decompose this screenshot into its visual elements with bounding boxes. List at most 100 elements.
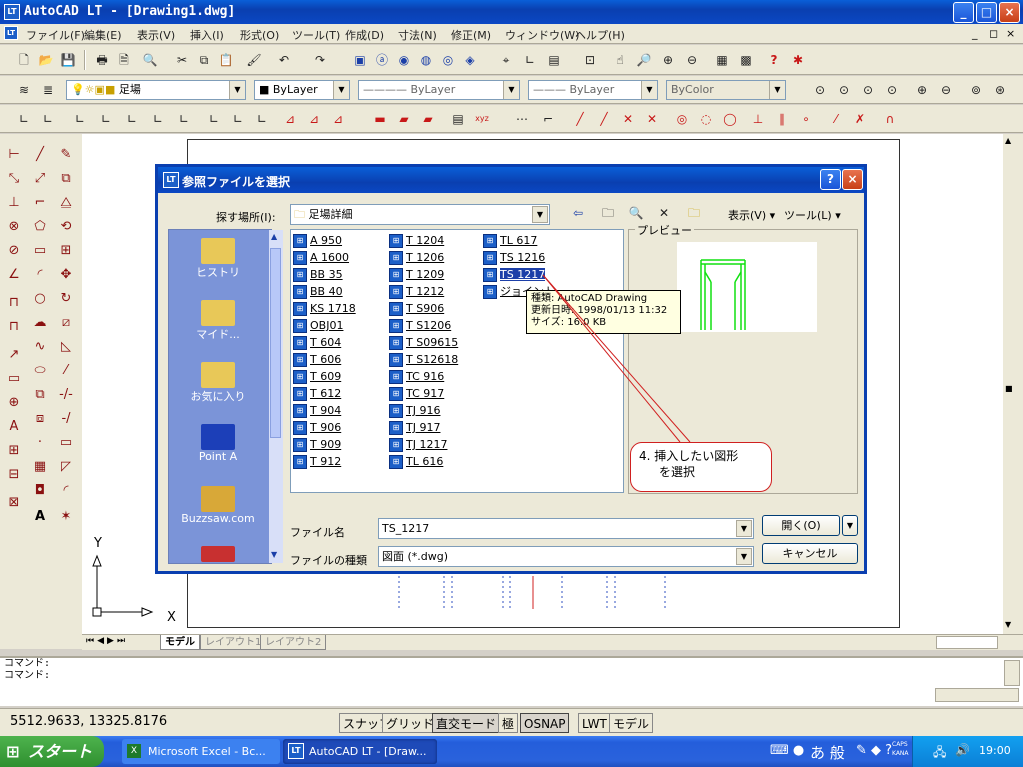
pan-icon[interactable]: ☝ [610,50,630,70]
menu-file[interactable]: ファイル(F) [26,27,85,43]
redo-icon[interactable]: ↷ [310,50,330,70]
match-properties-icon[interactable]: 🖌 [244,50,264,70]
dim-aligned-left-icon[interactable]: ⤡ [2,168,26,190]
design-center-icon[interactable]: ▣ [350,50,370,70]
filename-input[interactable]: TS_1217 ▼ [378,518,754,539]
zoom-center-icon[interactable]: ⊙ [882,80,902,100]
save-icon[interactable]: 💾 [58,50,78,70]
dim-ordinate-left-icon[interactable]: ⊥ [2,192,26,214]
open-options-chevron-icon[interactable]: ▼ [842,515,858,536]
ucs-world-icon[interactable]: ∟ [14,109,34,129]
horizontal-scrollbar[interactable] [936,636,998,649]
chamfer-icon[interactable]: ◸ [54,456,78,478]
hyperlink-icon[interactable]: ◍ [416,50,436,70]
file-item[interactable]: ⊞ TJ 916 [389,402,458,419]
dim-aligned-icon[interactable]: ▰ [394,109,414,129]
zoom-out-icon[interactable]: ⊖ [936,80,956,100]
menu-view[interactable]: 表示(V) [137,27,175,43]
file-item[interactable]: ⊞ T 606 [293,351,356,368]
chevron-down-icon[interactable]: ▼ [333,81,349,99]
make-block-icon[interactable]: ⧈ [28,408,52,430]
places-scroll-thumb[interactable] [270,248,281,438]
dialog-help-button[interactable]: ? [820,169,841,190]
file-item[interactable]: ⊞ A 1600 [293,249,356,266]
redraw-icon[interactable]: ⊡ [580,50,600,70]
file-item[interactable]: ⊞ T S1206 [389,317,458,334]
file-item[interactable]: ⊞ T 1206 [389,249,458,266]
linetype-dropdown[interactable]: ———— ByLayer ▼ [358,80,520,100]
move-icon[interactable]: ✥ [54,264,78,286]
file-item[interactable]: ⊞ T S906 [389,300,458,317]
file-item[interactable]: ⊞ TS 1216 [483,249,555,266]
new-folder-icon[interactable]: 🗀 [684,203,704,223]
polyline-icon[interactable]: ⌐ [28,192,52,214]
make-current-layer-icon[interactable]: ≣ [38,80,58,100]
trim-icon[interactable]: -/- [54,384,78,406]
file-item[interactable]: ⊞ BB 40 [293,283,356,300]
file-item[interactable]: ⊞ KS 1718 [293,300,356,317]
zoom-all-icon[interactable]: ⊚ [966,80,986,100]
dim-style-icon[interactable]: ⊞ [2,440,26,462]
osnap-midpoint-icon[interactable]: ╱ [594,109,614,129]
paste-icon[interactable]: 📋 [216,50,236,70]
ucs-view-icon[interactable]: ∟ [122,109,142,129]
chevron-down-icon[interactable]: ▼ [641,81,657,99]
open-icon[interactable]: 📂 [36,50,56,70]
lengthen-icon[interactable]: ⁄ [54,360,78,382]
lwt-toggle[interactable]: LWT [578,713,611,733]
network-icon[interactable]: 🖧 [933,743,946,764]
leader-icon[interactable]: ↗ [2,344,26,366]
file-item[interactable]: ⊞ T 1209 [389,266,458,283]
xline-icon[interactable]: ⤢ [28,168,52,190]
ucs-face-icon[interactable]: ∟ [96,109,116,129]
named-views-icon[interactable]: ▤ [544,50,564,70]
doc-close-icon[interactable]: × [1006,27,1015,40]
layer-dropdown[interactable]: 💡☼▣■ 足場 ▼ [66,80,246,100]
dim-tedit-icon[interactable]: ⊠ [2,492,26,514]
vertical-scrollbar[interactable]: ▲ ■ ▼ [1003,134,1023,634]
ime-mode-text[interactable]: あ 般 [810,742,845,763]
stretch-icon[interactable]: ◺ [54,336,78,358]
erase-icon[interactable]: ✎ [54,144,78,166]
dim-update-icon[interactable]: ⊟ [2,464,26,486]
web-icon[interactable]: ◉ [394,50,414,70]
cancel-button[interactable]: キャンセル [762,543,858,564]
chevron-down-icon[interactable]: ▼ [503,81,519,99]
zoom-extents-icon[interactable]: ⊛ [990,80,1010,100]
mtext-icon[interactable]: A [28,506,52,528]
arc-icon[interactable]: ◜ [28,264,52,286]
file-item[interactable]: ⊞ T 1204 [389,232,458,249]
file-item[interactable]: ⊞ TS 1217 [483,266,555,283]
osnap-none-icon[interactable]: ✗ [850,109,870,129]
grid-toggle[interactable]: グリッド [382,713,439,733]
browse-web-icon[interactable]: ◎ [438,50,458,70]
ucs-icon[interactable]: ∟ [520,50,540,70]
place-ftp[interactable] [169,546,267,562]
command-window[interactable]: コマンド: コマンド: [0,656,1023,706]
lookin-dropdown[interactable]: 🗀 足場詳細 ▼ [290,204,550,225]
osnap-endpoint-icon[interactable]: ╱ [570,109,590,129]
osnap-intersection-icon[interactable]: ✕ [618,109,638,129]
dim-angular-icon[interactable]: ∠ [2,264,26,286]
plotstyle-dropdown[interactable]: ByColor ▼ [666,80,786,100]
menu-insert[interactable]: 挿入(I) [190,27,224,43]
osnap-tracking-icon[interactable]: ⋯ [512,109,532,129]
file-item[interactable]: ⊞ TL 616 [389,453,458,470]
array-icon[interactable]: ⊞ [54,240,78,262]
chevron-down-icon[interactable]: ▼ [532,206,548,223]
file-item[interactable]: ⊞ T 904 [293,402,356,419]
dim-text-icon[interactable]: ▤ [448,109,468,129]
file-item[interactable]: ⊞ T 604 [293,334,356,351]
ucs-y-icon[interactable]: ∟ [228,109,248,129]
fillet-icon[interactable]: ◜ [54,480,78,502]
command-vscrollbar[interactable] [1004,660,1020,686]
osnap-from-icon[interactable]: ⌐ [538,109,558,129]
document-icon[interactable]: LT [4,26,18,40]
delete-icon[interactable]: ✕ [654,203,674,223]
start-button[interactable]: ⊞ スタート [0,736,104,767]
point-icon[interactable]: · [28,432,52,454]
up-folder-icon[interactable]: 🗀 [598,203,618,223]
place-history[interactable]: ヒストリ [169,238,267,280]
menu-tools[interactable]: ツール(T) [292,27,340,43]
ucs-apply-icon[interactable]: ⊿ [280,109,300,129]
